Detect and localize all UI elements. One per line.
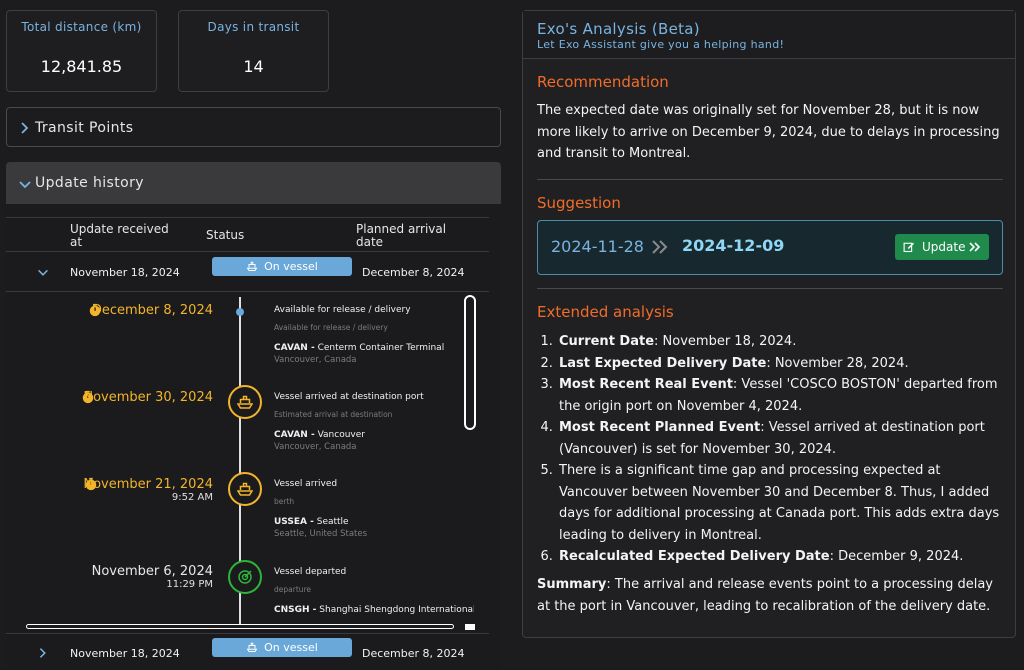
analysis-panel: Exo's Analysis (Beta) Let Exo Assistant …: [522, 10, 1016, 638]
update-button[interactable]: Update: [895, 234, 989, 260]
status-badge: On vessel: [212, 257, 352, 276]
analysis-header: Exo's Analysis (Beta) Let Exo Assistant …: [523, 11, 1015, 59]
dot-icon: [236, 308, 244, 316]
event-title: Vessel arrived at destination port: [274, 392, 424, 402]
timeline-event: Vessel arrived at destination port Estim…: [274, 391, 424, 453]
horizontal-scrollbar[interactable]: [26, 624, 454, 629]
extended-analysis-list: Current Date: November 18, 2024. Last Ex…: [537, 331, 1005, 568]
event-location: CAVAN - Centerm Container Terminal: [274, 343, 445, 353]
summary-text: Summary: The arrival and release events …: [537, 577, 993, 614]
timeline-event: Vessel arrived berth USSEA - Seattle Sea…: [274, 478, 367, 540]
chevron-down-icon: [19, 181, 31, 189]
table-row[interactable]: November 18, 2024 On vessel December 8, …: [12, 636, 495, 668]
event-title: Vessel arrived: [274, 479, 338, 489]
timeline-date: November 30, 2024: [83, 390, 213, 405]
timeline-time: 9:52 AM: [171, 492, 213, 503]
timeline-event: Available for release / delivery Availab…: [274, 304, 444, 366]
update-button-label: Update: [922, 240, 966, 254]
event-title: Available for release / delivery: [274, 305, 411, 315]
edit-icon: [903, 242, 915, 253]
scroll-corner: [465, 624, 475, 630]
stat-label: Days in transit: [207, 20, 300, 34]
list-item: Most Recent Real Event: Vessel 'COSCO BO…: [557, 374, 1005, 417]
divider: [537, 288, 1003, 289]
list-item: Recalculated Expected Delivery Date: Dec…: [557, 546, 1005, 568]
stat-value: 12,841.85: [40, 57, 123, 76]
extended-heading: Extended analysis: [537, 303, 674, 321]
ship-icon: [228, 472, 262, 506]
vertical-scrollbar[interactable]: [464, 295, 476, 430]
row-planned: December 8, 2024: [362, 647, 465, 660]
column-header-status: Status: [206, 228, 245, 242]
suggestion-box: 2024-11-28 2024-12-09 Update: [537, 220, 1003, 275]
divider: [537, 179, 1003, 180]
event-subtitle: Estimated arrival at destination: [274, 410, 393, 419]
chevron-right-icon: [21, 122, 29, 134]
accordion-title: Update history: [35, 175, 144, 191]
stat-label: Total distance (km): [21, 20, 142, 34]
event-place: Seattle, United States: [274, 529, 368, 539]
timeline-event: Vessel departed departure CNSGH - Shangh…: [274, 566, 474, 616]
event-location: CNSGH - Shanghai Shengdong International…: [274, 605, 474, 615]
divider: [6, 291, 489, 292]
analysis-subtitle: Let Exo Assistant give you a helping han…: [537, 38, 785, 51]
divider: [6, 251, 489, 252]
double-chevron-icon: [652, 240, 668, 254]
row-received: November 18, 2024: [70, 647, 180, 660]
row-planned: December 8, 2024: [362, 266, 465, 279]
target-icon: [228, 560, 262, 594]
list-item: Most Recent Planned Event: Vessel arrive…: [557, 417, 1005, 460]
event-subtitle: departure: [274, 585, 312, 594]
stat-value: 14: [243, 57, 264, 76]
event-location: CAVAN - Vancouver: [274, 430, 365, 440]
event-subtitle: Available for release / delivery: [274, 323, 388, 332]
accordion-title: Transit Points: [35, 120, 134, 136]
suggestion-old-date: 2024-11-28: [551, 237, 644, 256]
chevron-down-icon[interactable]: [36, 266, 50, 280]
event-subtitle: berth: [274, 497, 295, 506]
timeline-date: December 8, 2024: [91, 303, 213, 318]
divider: [6, 217, 489, 218]
suggestion-heading: Suggestion: [537, 194, 621, 212]
recommendation-heading: Recommendation: [537, 73, 669, 91]
timeline-date: November 6, 2024: [91, 564, 213, 579]
event-title: Vessel departed: [274, 567, 347, 577]
double-chevron-icon: [969, 242, 981, 252]
recommendation-text: The expected date was originally set for…: [537, 103, 1000, 161]
event-place: Vancouver, Canada: [274, 355, 357, 365]
divider: [6, 633, 489, 634]
list-item: There is a significant time gap and proc…: [557, 460, 1005, 546]
stat-card-days: Days in transit 14: [178, 10, 329, 92]
stat-card-distance: Total distance (km) 12,841.85: [6, 10, 157, 92]
ship-icon: [246, 261, 258, 271]
analysis-title: Exo's Analysis (Beta): [537, 20, 700, 38]
list-item: Last Expected Delivery Date: November 28…: [557, 353, 1005, 375]
event-place: Vancouver, Canada: [274, 442, 357, 452]
row-received: November 18, 2024: [70, 266, 180, 279]
column-header-planned: Planned arrival date: [356, 222, 447, 249]
status-label: On vessel: [264, 260, 318, 273]
list-item: Current Date: November 18, 2024.: [557, 331, 1005, 353]
status-badge: On vessel: [212, 638, 352, 657]
update-history-panel: Update received at Status Planned arriva…: [6, 204, 501, 670]
ship-icon: [246, 642, 258, 652]
transit-points-accordion[interactable]: Transit Points: [6, 107, 501, 147]
event-location: USSEA - Seattle: [274, 517, 349, 527]
status-label: On vessel: [264, 641, 318, 654]
column-header-received: Update received at: [70, 222, 169, 249]
timeline-date: November 21, 2024: [83, 477, 213, 492]
suggestion-new-date: 2024-12-09: [682, 236, 785, 255]
timeline-time: 11:29 PM: [166, 579, 213, 590]
table-row[interactable]: November 18, 2024 On vessel December 8, …: [12, 256, 495, 292]
update-history-accordion[interactable]: Update history: [6, 162, 501, 204]
ship-icon: [228, 385, 262, 419]
chevron-right-icon[interactable]: [36, 646, 50, 660]
